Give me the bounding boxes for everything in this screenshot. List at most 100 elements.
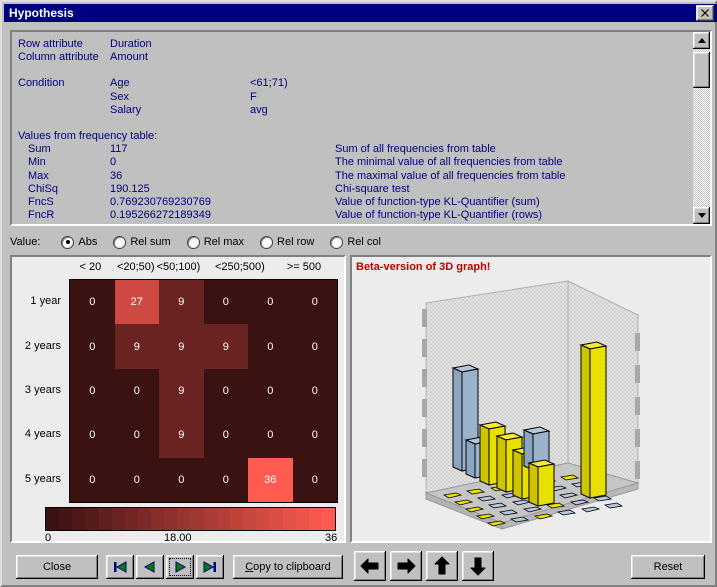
heatmap-cell[interactable]: 36 [248, 457, 293, 502]
pan-left-button[interactable] [354, 551, 386, 581]
legend-gradient-step [190, 508, 204, 530]
radio-rel-row[interactable]: Rel row [261, 236, 314, 248]
heatmap-cell[interactable]: 0 [203, 413, 248, 458]
heatmap-column-header: >= 500 [286, 261, 322, 273]
info-vertical-scrollbar[interactable] [693, 32, 710, 224]
radio-rel-sum[interactable]: Rel sum [114, 236, 171, 248]
heatmap-row-label: 2 years [24, 339, 61, 352]
condition-row: Salary avg [18, 104, 692, 117]
condition-name: Age [110, 77, 130, 90]
title-bar: Hypothesis [4, 4, 717, 22]
pan-down-button[interactable] [462, 551, 494, 581]
heatmap-cell[interactable]: 0 [70, 280, 115, 325]
heatmap-cell[interactable]: 0 [248, 368, 293, 414]
value-name: FncR [28, 209, 55, 222]
radio-rel-col[interactable]: Rel col [331, 236, 381, 248]
radio-abs[interactable]: Abs [62, 236, 97, 248]
heatmap-grid[interactable]: 0 27 9 0 0 0 0 9 9 9 0 0 0 0 9 0 0 0 0 0 9 0 0 0 0 0 0 0 36 0 [69, 279, 338, 503]
condition-row: Condition Age <61;71) [18, 77, 692, 90]
heatmap-column-headers: < 20 <20;50) <50;100) <250;500) >= 500 [12, 261, 344, 275]
radio-rel-col-dot[interactable] [331, 236, 343, 248]
heatmap-cell[interactable]: 0 [292, 280, 337, 325]
value-name: FncS [28, 196, 54, 209]
heatmap-cell[interactable]: 9 [159, 324, 204, 369]
heatmap-cell[interactable]: 0 [203, 457, 248, 502]
heatmap-cell[interactable]: 9 [159, 368, 204, 414]
legend-gradient-step [111, 508, 125, 530]
reset-button[interactable]: Reset [631, 555, 705, 579]
scroll-down-arrow-icon[interactable] [693, 207, 710, 224]
heatmap-cell[interactable]: 9 [114, 324, 159, 369]
heatmap-cell[interactable]: 0 [70, 368, 115, 414]
legend-gradient-step [295, 508, 309, 530]
heatmap-cell[interactable]: 0 [114, 368, 159, 414]
heatmap-column-header: <50;100) [156, 261, 201, 273]
radio-rel-max-dot[interactable] [187, 236, 199, 248]
radio-rel-col-label: Rel col [347, 236, 381, 248]
close-button[interactable]: Close [16, 555, 98, 579]
copy-to-clipboard-button[interactable]: Copy to clipboard [233, 555, 343, 579]
next-record-button[interactable] [166, 555, 194, 579]
heatmap-cell[interactable]: 9 [159, 280, 204, 325]
condition-name: Salary [110, 103, 142, 116]
value-name: Min [28, 156, 46, 169]
values-heading-text: Values from frequency table: [18, 130, 158, 143]
legend-gradient-step [177, 508, 191, 530]
last-record-button[interactable] [196, 555, 224, 579]
heatmap-cell[interactable]: 0 [114, 413, 159, 458]
window-title: Hypothesis [9, 6, 74, 20]
heatmap-cell[interactable]: 0 [203, 368, 248, 414]
radio-abs-dot[interactable] [62, 236, 74, 248]
close-icon[interactable] [696, 5, 714, 21]
heatmap-cell[interactable]: 0 [248, 413, 293, 458]
condition-spacer [18, 104, 110, 117]
legend-gradient-step [229, 508, 244, 530]
hypothesis-info-panel: Row attribute Duration Column attribute … [10, 30, 712, 226]
heatmap-cell[interactable]: 0 [292, 368, 337, 414]
value-number: 0.195266272189349 [110, 209, 211, 222]
beta-version-notice: Beta-version of 3D graph! [356, 261, 491, 273]
value-desc: Value of function-type KL-Quantifier (su… [335, 196, 540, 209]
scroll-up-arrow-icon[interactable] [693, 32, 710, 49]
heatmap-cell[interactable]: 9 [203, 324, 248, 369]
pan-right-button[interactable] [390, 551, 422, 581]
heatmap-cell[interactable]: 0 [292, 413, 337, 458]
heatmap-cell[interactable]: 27 [114, 280, 159, 325]
value-row: FncS 0.769230769230769 Value of function… [18, 196, 692, 209]
heatmap-cell[interactable]: 0 [70, 457, 115, 502]
heatmap-cell[interactable]: 0 [70, 324, 115, 369]
legend-gradient-step [85, 508, 99, 530]
scrollbar-thumb[interactable] [693, 52, 710, 88]
heatmap-cell[interactable]: 0 [159, 457, 204, 502]
heatmap-cell[interactable]: 0 [248, 324, 293, 369]
legend-gradient-step [59, 508, 73, 530]
heatmap-cell[interactable]: 9 [159, 413, 204, 458]
value-row: FncR 0.195266272189349 Value of function… [18, 209, 692, 222]
condition-value: F [250, 90, 257, 103]
radio-rel-row-dot[interactable] [261, 236, 273, 248]
graph-3d-canvas[interactable] [352, 273, 710, 541]
heatmap-cell[interactable]: 0 [203, 280, 248, 325]
heatmap-cell[interactable]: 0 [292, 324, 337, 369]
copy-accel-letter: C [245, 561, 254, 573]
previous-record-icon [143, 561, 155, 573]
heatmap-cell[interactable]: 0 [248, 280, 293, 325]
heatmap-column-header: <20;50) [116, 261, 155, 273]
row-attribute-label: Row attribute [18, 38, 83, 50]
radio-rel-sum-dot[interactable] [114, 236, 126, 248]
arrow-up-icon [434, 556, 450, 575]
radio-rel-row-label: Rel row [277, 236, 315, 248]
previous-record-button[interactable] [136, 555, 164, 579]
radio-rel-max[interactable]: Rel max [187, 236, 244, 248]
heatmap-cell[interactable]: 0 [292, 457, 337, 502]
pan-up-button[interactable] [426, 551, 458, 581]
copy-label-rest: opy to clipboard [253, 561, 331, 573]
heatmap-cell[interactable]: 0 [70, 413, 115, 458]
first-record-button[interactable] [106, 555, 134, 579]
legend-gradient-step [321, 508, 336, 530]
condition-label: Condition [18, 77, 65, 90]
value-desc: The minimal value of all frequencies fro… [335, 156, 563, 169]
legend-tick-mid: 18.00 [164, 532, 192, 544]
heatmap-cell[interactable]: 0 [114, 457, 159, 502]
